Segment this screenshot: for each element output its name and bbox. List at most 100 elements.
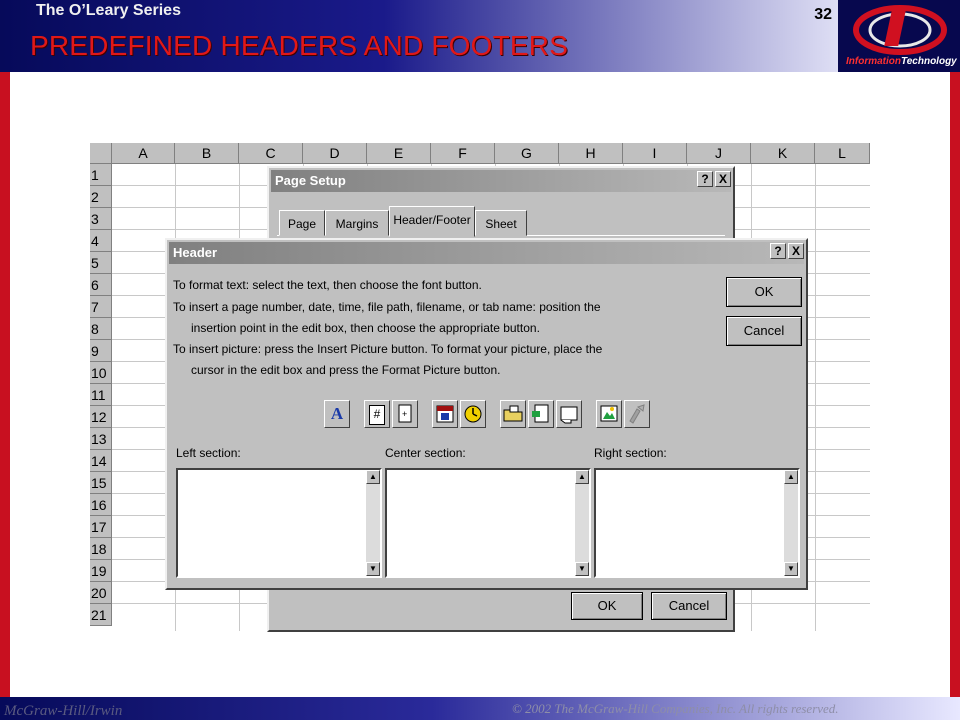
insert-picture-button[interactable] xyxy=(596,400,622,428)
insert-picture-icon xyxy=(600,405,618,422)
tab-page[interactable]: Page xyxy=(279,210,325,236)
scroll-down-arrow-icon[interactable]: ▼ xyxy=(784,562,798,576)
scroll-down-arrow-icon[interactable]: ▼ xyxy=(575,562,589,576)
center-section-scrollbar[interactable]: ▲ ▼ xyxy=(575,470,589,576)
row-header-20[interactable]: 20 xyxy=(90,582,112,604)
row-header-14[interactable]: 14 xyxy=(90,450,112,472)
tab-name-icon xyxy=(560,406,578,424)
right-section-input[interactable]: ▲ ▼ xyxy=(594,468,800,578)
font-button[interactable]: A xyxy=(324,400,350,428)
right-section-label: Right section: xyxy=(594,446,667,460)
copyright: © 2002 The McGraw-Hill Companies, Inc. A… xyxy=(512,701,839,716)
header-ok-button[interactable]: OK xyxy=(726,277,802,307)
select-all-corner[interactable] xyxy=(90,143,112,164)
header-dialog-title: Header xyxy=(173,245,218,260)
page-setup-cancel-button[interactable]: Cancel xyxy=(651,592,727,620)
page-number-button[interactable]: # xyxy=(364,400,390,428)
row-header-16[interactable]: 16 xyxy=(90,494,112,516)
row-header-3[interactable]: 3 xyxy=(90,208,112,230)
row-header-1[interactable]: 1 xyxy=(90,164,112,186)
filename-icon xyxy=(532,404,549,423)
row-header-4[interactable]: 4 xyxy=(90,230,112,252)
column-header-i[interactable]: I xyxy=(623,143,687,164)
header-titlebar: Header xyxy=(169,242,804,264)
logo-text-information: Information xyxy=(846,56,901,67)
time-button[interactable] xyxy=(460,400,486,428)
file-path-button[interactable] xyxy=(500,400,526,428)
instruction-insert-field: To insert a page number, date, time, fil… xyxy=(173,300,601,314)
column-header-l[interactable]: L xyxy=(815,143,870,164)
date-button[interactable] xyxy=(432,400,458,428)
instruction-insert-picture-cont: cursor in the edit box and press the For… xyxy=(191,363,501,377)
center-section-label: Center section: xyxy=(385,446,466,460)
scroll-up-arrow-icon[interactable]: ▲ xyxy=(784,470,798,484)
tab-header-footer[interactable]: Header/Footer xyxy=(389,206,475,237)
slide-title: PREDEFINED HEADERS AND FOOTERS xyxy=(30,30,569,61)
row-header-19[interactable]: 19 xyxy=(90,560,112,582)
column-header-f[interactable]: F xyxy=(431,143,495,164)
file-path-icon xyxy=(503,405,523,422)
column-header-j[interactable]: J xyxy=(687,143,751,164)
scroll-up-arrow-icon[interactable]: ▲ xyxy=(366,470,380,484)
slide-right-border xyxy=(950,72,960,697)
logo-text-technology: Technology xyxy=(901,56,957,67)
column-header-b[interactable]: B xyxy=(175,143,239,164)
page-number: 32 xyxy=(814,6,832,23)
series-name: The O’Leary Series xyxy=(36,2,181,19)
page-setup-title: Page Setup xyxy=(275,173,346,188)
left-section-input[interactable]: ▲ ▼ xyxy=(176,468,382,578)
total-pages-icon: + xyxy=(398,404,412,423)
date-icon xyxy=(436,405,454,423)
logo-text: InformationTechnology xyxy=(846,56,957,67)
row-header-8[interactable]: 8 xyxy=(90,318,112,340)
scroll-up-arrow-icon[interactable]: ▲ xyxy=(575,470,589,484)
row-header-15[interactable]: 15 xyxy=(90,472,112,494)
total-pages-button[interactable]: + xyxy=(392,400,418,428)
left-section-scrollbar[interactable]: ▲ ▼ xyxy=(366,470,380,576)
tab-margins[interactable]: Margins xyxy=(325,210,389,236)
row-header-5[interactable]: 5 xyxy=(90,252,112,274)
row-header-9[interactable]: 9 xyxy=(90,340,112,362)
center-section-input[interactable]: ▲ ▼ xyxy=(385,468,591,578)
filename-button[interactable] xyxy=(528,400,554,428)
slide-left-border xyxy=(0,72,10,697)
page-setup-help-button[interactable]: ? xyxy=(697,171,713,187)
column-header-k[interactable]: K xyxy=(751,143,815,164)
column-header-d[interactable]: D xyxy=(303,143,367,164)
row-header-13[interactable]: 13 xyxy=(90,428,112,450)
page-number-icon: # xyxy=(369,405,385,425)
column-header-c[interactable]: C xyxy=(239,143,303,164)
row-header-10[interactable]: 10 xyxy=(90,362,112,384)
column-header-g[interactable]: G xyxy=(495,143,559,164)
right-section-scrollbar[interactable]: ▲ ▼ xyxy=(784,470,798,576)
header-dialog: Header ? X To format text: select the te… xyxy=(165,238,808,590)
row-header-7[interactable]: 7 xyxy=(90,296,112,318)
row-header-6[interactable]: 6 xyxy=(90,274,112,296)
row-header-12[interactable]: 12 xyxy=(90,406,112,428)
row-header-17[interactable]: 17 xyxy=(90,516,112,538)
time-icon xyxy=(464,405,482,423)
column-header-e[interactable]: E xyxy=(367,143,431,164)
header-help-button[interactable]: ? xyxy=(770,243,786,259)
grid-line xyxy=(815,164,816,631)
page-setup-close-button[interactable]: X xyxy=(715,171,731,187)
page-setup-ok-button[interactable]: OK xyxy=(571,592,643,620)
tab-sheet[interactable]: Sheet xyxy=(475,210,527,236)
format-picture-button[interactable] xyxy=(624,400,650,428)
scroll-down-arrow-icon[interactable]: ▼ xyxy=(366,562,380,576)
column-header-h[interactable]: H xyxy=(559,143,623,164)
row-header-18[interactable]: 18 xyxy=(90,538,112,560)
row-header-21[interactable]: 21 xyxy=(90,604,112,626)
instruction-insert-field-cont: insertion point in the edit box, then ch… xyxy=(191,321,540,335)
row-header-11[interactable]: 11 xyxy=(90,384,112,406)
left-section-label: Left section: xyxy=(176,446,241,460)
header-cancel-button[interactable]: Cancel xyxy=(726,316,802,346)
column-header-a[interactable]: A xyxy=(112,143,175,164)
row-header-2[interactable]: 2 xyxy=(90,186,112,208)
format-picture-icon xyxy=(629,404,645,424)
header-close-button[interactable]: X xyxy=(788,243,804,259)
svg-text:+: + xyxy=(402,409,407,419)
tab-name-button[interactable] xyxy=(556,400,582,428)
publisher: McGraw-Hill/Irwin xyxy=(4,703,123,719)
font-icon: A xyxy=(330,404,344,423)
